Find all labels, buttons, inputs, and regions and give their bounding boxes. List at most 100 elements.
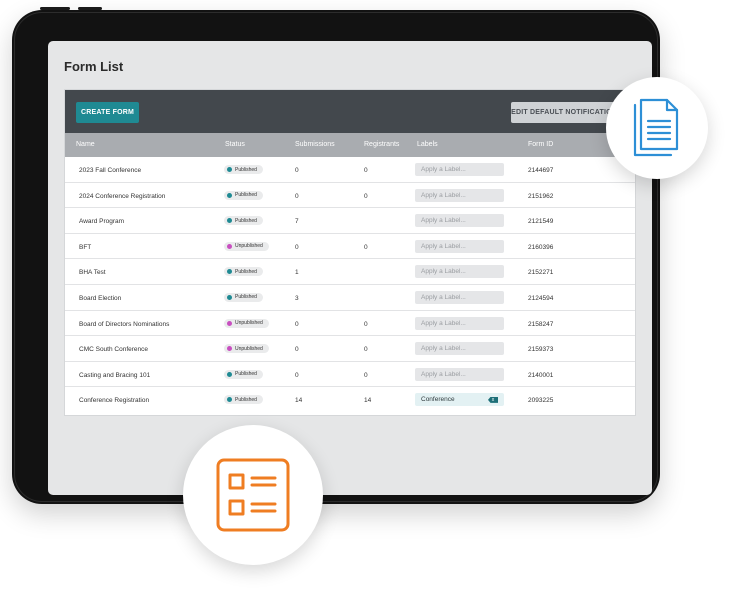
form-name-link[interactable]: BHA Test [79, 269, 106, 276]
tablet-top-button [78, 7, 102, 10]
registrants-count: 0 [364, 320, 368, 328]
submissions-count: 7 [295, 218, 299, 226]
form-name-link[interactable]: Casting and Bracing 101 [79, 372, 150, 379]
status-badge: Published [224, 216, 263, 226]
column-header-labels[interactable]: Labels [417, 141, 438, 148]
form-id: 2151962 [528, 192, 554, 200]
form-id: 2152271 [528, 269, 554, 277]
form-name-link[interactable]: Award Program [79, 218, 124, 225]
status-dot-icon [227, 346, 232, 352]
status-dot-icon [227, 371, 232, 377]
form-id: 2158247 [528, 320, 554, 328]
form-id: 2144697 [528, 167, 554, 174]
status-badge: Published [224, 292, 263, 302]
registrants-count: 0 [364, 371, 368, 379]
submissions-count: 0 [295, 192, 299, 200]
registrants-count: 0 [364, 167, 368, 174]
registrants-count: 0 [364, 243, 368, 251]
table-row[interactable]: BFT Unpublished 0 0 Apply a Label... 216… [65, 234, 635, 260]
table-row[interactable]: Conference Registration Published 14 14 … [65, 387, 635, 413]
apply-label-input[interactable]: Apply a Label... [415, 265, 504, 279]
form-name-link[interactable]: Conference Registration [79, 397, 149, 404]
status-dot-icon [227, 167, 232, 172]
table-row[interactable]: BHA Test Published 1 Apply a Label... 21… [65, 259, 635, 285]
status-badge: Unpublished [224, 318, 269, 328]
table-row[interactable]: CMC South Conference Unpublished 0 0 App… [65, 336, 635, 362]
form-id: 2159373 [528, 346, 554, 354]
table-row[interactable]: 2023 Fall Conference Published 0 0 Apply… [65, 157, 635, 183]
label-tag-text: Conference [421, 396, 455, 404]
submissions-count: 0 [295, 346, 299, 354]
table-row[interactable]: Board Election Published 3 Apply a Label… [65, 285, 635, 311]
form-name-link[interactable]: 2024 Conference Registration [79, 193, 165, 200]
registrants-count: 0 [364, 346, 368, 354]
remove-label-icon[interactable]: x [488, 396, 498, 403]
form-name-link[interactable]: Board Election [79, 295, 121, 302]
form-id: 2140001 [528, 371, 554, 379]
apply-label-input[interactable]: Apply a Label... [415, 239, 504, 253]
status-badge: Published [224, 165, 263, 174]
column-header-status[interactable]: Status [225, 141, 245, 148]
form-id: 2160396 [528, 243, 554, 251]
registrants-count: 14 [364, 397, 372, 405]
checklist-icon-badge [183, 425, 323, 565]
form-name-link[interactable]: 2023 Fall Conference [79, 167, 141, 174]
status-text: Unpublished [235, 320, 263, 327]
form-name-link[interactable]: Board of Directors Nominations [79, 321, 169, 328]
table-row[interactable]: Award Program Published 7 Apply a Label.… [65, 208, 635, 234]
submissions-count: 14 [295, 397, 303, 405]
status-badge: Published [224, 395, 263, 405]
apply-label-input[interactable]: Apply a Label... [415, 367, 504, 381]
registrants-count: 0 [364, 192, 368, 200]
status-dot-icon [227, 397, 232, 403]
apply-label-input[interactable]: Apply a Label... [415, 290, 504, 304]
status-badge: Published [224, 369, 263, 379]
form-id: 2124594 [528, 294, 554, 302]
apply-label-input[interactable]: Apply a Label... [415, 214, 504, 228]
apply-label-input[interactable]: Apply a Label... [415, 342, 504, 356]
table-row[interactable]: 2024 Conference Registration Published 0… [65, 183, 635, 209]
label-tag[interactable]: Conference x [415, 393, 504, 407]
submissions-count: 0 [295, 320, 299, 328]
submissions-count: 0 [295, 167, 299, 174]
column-header-name[interactable]: Name [76, 141, 95, 148]
status-dot-icon [227, 294, 232, 300]
checklist-icon [216, 458, 290, 532]
status-text: Published [235, 268, 257, 275]
toolbar: CREATE FORM EDIT DEFAULT NOTIFICATIONS [65, 90, 635, 133]
document-icon [633, 98, 679, 157]
document-icon-badge [606, 77, 708, 179]
status-dot-icon [227, 269, 232, 275]
table-row[interactable]: Casting and Bracing 101 Published 0 0 Ap… [65, 362, 635, 388]
status-text: Published [235, 192, 257, 199]
status-dot-icon [227, 192, 232, 198]
apply-label-input[interactable]: Apply a Label... [415, 163, 504, 176]
status-text: Published [235, 294, 257, 301]
column-header-submissions[interactable]: Submissions [295, 141, 335, 148]
form-list-panel: CREATE FORM EDIT DEFAULT NOTIFICATIONS N… [64, 89, 636, 416]
submissions-count: 0 [295, 243, 299, 251]
form-name-link[interactable]: CMC South Conference [79, 346, 148, 353]
status-dot-icon [227, 218, 232, 224]
edit-default-notifications-button[interactable]: EDIT DEFAULT NOTIFICATIONS [511, 102, 622, 123]
submissions-count: 0 [295, 371, 299, 379]
status-badge: Unpublished [224, 344, 269, 354]
page-title: Form List [64, 59, 124, 74]
form-name-link[interactable]: BFT [79, 244, 91, 251]
table-header: Name Status Submissions Registrants Labe… [65, 133, 635, 157]
apply-label-input[interactable]: Apply a Label... [415, 188, 504, 202]
status-text: Published [235, 371, 257, 378]
table-body: 2023 Fall Conference Published 0 0 Apply… [65, 157, 635, 413]
tablet-frame: Form List CREATE FORM EDIT DEFAULT NOTIF… [12, 7, 660, 504]
column-header-registrants[interactable]: Registrants [364, 141, 399, 148]
column-header-form-id[interactable]: Form ID [528, 141, 553, 148]
apply-label-input[interactable]: Apply a Label... [415, 316, 504, 330]
status-text: Unpublished [235, 345, 263, 352]
create-form-button[interactable]: CREATE FORM [76, 102, 139, 123]
table-row[interactable]: Board of Directors Nominations Unpublish… [65, 311, 635, 337]
status-text: Published [235, 396, 257, 403]
status-text: Unpublished [235, 243, 263, 250]
status-badge: Unpublished [224, 241, 269, 251]
status-badge: Published [224, 267, 263, 277]
status-badge: Published [224, 190, 263, 200]
